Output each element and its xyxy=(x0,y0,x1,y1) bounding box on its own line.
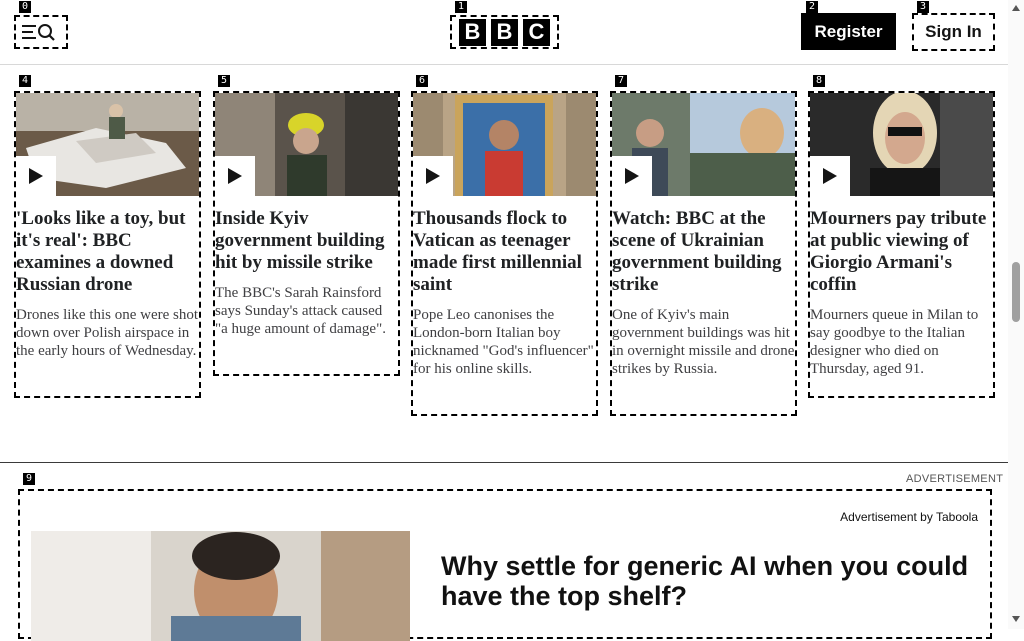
play-icon xyxy=(413,156,453,196)
story-card[interactable]: 'Looks like a toy, but it's real': BBC e… xyxy=(14,91,201,398)
story-card[interactable]: Watch: BBC at the scene of Ukrainian gov… xyxy=(610,91,797,416)
story-summary: One of Kyiv's main government buildings … xyxy=(612,307,795,377)
story-card[interactable]: Inside Kyiv government building hit by m… xyxy=(213,91,400,376)
section-divider xyxy=(0,462,1008,463)
story-summary: Drones like this one were shot down over… xyxy=(16,307,199,359)
story-summary: Mourners queue in Milan to say goodbye t… xyxy=(810,307,979,377)
menu-search-icon xyxy=(22,24,55,41)
play-icon xyxy=(215,156,255,196)
story-summary: The BBC's Sarah Rainsford says Sunday's … xyxy=(215,285,386,337)
marker-0: 0 xyxy=(19,1,32,13)
marker-7: 7 xyxy=(615,75,628,87)
scroll-up-icon[interactable] xyxy=(1012,5,1020,11)
story-card[interactable]: Mourners pay tribute at public viewing o… xyxy=(808,91,995,398)
logo-letter-c: C xyxy=(523,18,550,46)
story-image-drone xyxy=(16,93,199,196)
ad-image[interactable] xyxy=(31,531,410,641)
advertisement-label: ADVERTISEMENT xyxy=(906,473,1004,485)
story-summary: Pope Leo canonises the London-born Itali… xyxy=(413,307,594,377)
bbc-logo[interactable]: B B C xyxy=(450,15,559,49)
story-image-kyiv xyxy=(215,93,398,196)
logo-letter-b1: B xyxy=(459,18,486,46)
story-title[interactable]: Watch: BBC at the scene of Ukrainian gov… xyxy=(612,208,795,296)
marker-8: 8 xyxy=(813,75,826,87)
marker-4: 4 xyxy=(19,75,32,87)
logo-letter-b2: B xyxy=(491,18,518,46)
play-icon xyxy=(612,156,652,196)
play-icon xyxy=(810,156,850,196)
scroll-down-icon[interactable] xyxy=(1012,616,1020,622)
story-title[interactable]: Mourners pay tribute at public viewing o… xyxy=(810,208,993,296)
story-title[interactable]: Inside Kyiv government building hit by m… xyxy=(215,208,398,274)
ad-headline[interactable]: Why settle for generic AI when you could… xyxy=(441,551,981,611)
advertisement-unit[interactable]: Advertisement by Taboola Why settle for … xyxy=(18,489,992,641)
site-header: 0 1 B B C 2 Register 3 Sign In xyxy=(0,0,1008,65)
register-button[interactable]: Register xyxy=(801,13,896,50)
vertical-scrollbar[interactable] xyxy=(1008,0,1024,629)
marker-2: 2 xyxy=(806,1,819,13)
story-image-vatican xyxy=(413,93,596,196)
marker-6: 6 xyxy=(416,75,429,87)
marker-5: 5 xyxy=(218,75,231,87)
play-icon xyxy=(16,156,56,196)
story-image-ukraine-strike xyxy=(612,93,795,196)
menu-search-button[interactable] xyxy=(14,15,68,49)
marker-1: 1 xyxy=(455,1,468,13)
signin-button[interactable]: Sign In xyxy=(912,13,995,51)
story-card[interactable]: Thousands flock to Vatican as teenager m… xyxy=(411,91,598,416)
ad-attribution[interactable]: Advertisement by Taboola xyxy=(840,510,978,524)
scroll-thumb[interactable] xyxy=(1012,262,1020,322)
marker-9: 9 xyxy=(23,473,36,485)
story-image-armani xyxy=(810,93,993,196)
marker-3: 3 xyxy=(917,1,930,13)
story-title[interactable]: 'Looks like a toy, but it's real': BBC e… xyxy=(16,208,199,296)
story-title[interactable]: Thousands flock to Vatican as teenager m… xyxy=(413,208,596,296)
